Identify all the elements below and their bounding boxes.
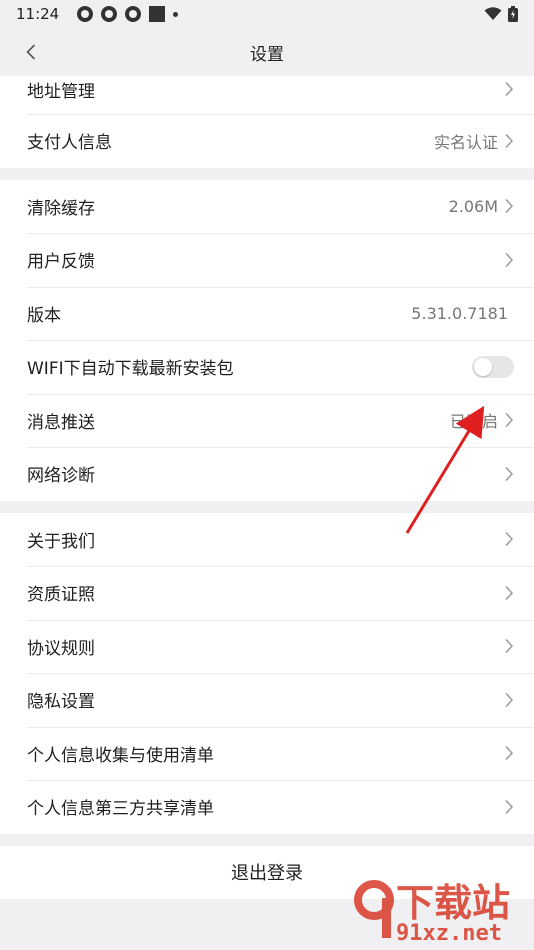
page-title: 设置 xyxy=(250,44,284,65)
chevron-right-icon xyxy=(504,198,514,214)
row-label: 消息推送 xyxy=(27,412,95,433)
chevron-right-icon xyxy=(504,638,514,654)
app-notification-icon xyxy=(125,6,142,22)
chevron-right-icon xyxy=(504,799,514,815)
qualifications-row[interactable]: 资质证照 xyxy=(0,566,534,620)
row-label: 版本 xyxy=(27,305,61,326)
chevron-right-icon xyxy=(504,585,514,601)
about-us-row[interactable]: 关于我们 xyxy=(0,513,534,567)
section-divider xyxy=(0,834,534,846)
chevron-right-icon xyxy=(504,252,514,268)
chevron-right-icon xyxy=(504,81,514,97)
privacy-settings-row[interactable]: 隐私设置 xyxy=(0,673,534,727)
row-label: 支付人信息 xyxy=(27,133,112,154)
chevron-right-icon xyxy=(504,531,514,547)
row-label: 地址管理 xyxy=(27,81,95,102)
version-value: 5.31.0.7181 xyxy=(411,303,508,323)
app-notification-icon xyxy=(77,6,94,22)
third-party-sharing-row[interactable]: 个人信息第三方共享清单 xyxy=(0,780,534,834)
row-label: 个人信息第三方共享清单 xyxy=(27,799,214,820)
row-label: 资质证照 xyxy=(27,585,95,606)
wifi-icon xyxy=(484,7,502,20)
payer-info-row[interactable]: 支付人信息 实名认证 xyxy=(0,114,534,168)
clear-cache-row[interactable]: 清除缓存 2.06M xyxy=(0,180,534,234)
chevron-right-icon xyxy=(504,412,514,428)
row-value: 实名认证 xyxy=(433,132,498,152)
chevron-right-icon xyxy=(504,133,514,149)
wifi-auto-download-toggle[interactable] xyxy=(472,355,514,378)
chevron-right-icon xyxy=(504,692,514,708)
battery-icon xyxy=(508,6,518,22)
toggle-knob xyxy=(474,357,492,376)
section-divider xyxy=(0,168,534,180)
network-diagnosis-row[interactable]: 网络诊断 xyxy=(0,447,534,501)
row-label: 用户反馈 xyxy=(27,252,95,273)
watermark-logo: 下载站 91xz.net xyxy=(354,880,510,944)
status-time: 11:24 xyxy=(16,5,60,23)
push-status-value: 已开启 xyxy=(449,412,498,432)
watermark-brand: 下载站 xyxy=(396,881,510,925)
row-label: WIFI下自动下载最新安装包 xyxy=(27,359,234,380)
wifi-auto-download-row: WIFI下自动下载最新安装包 xyxy=(0,340,534,394)
user-feedback-row[interactable]: 用户反馈 xyxy=(0,233,534,287)
app-notification-icon xyxy=(101,6,118,22)
app-notification-icon xyxy=(149,6,166,22)
chevron-right-icon xyxy=(504,745,514,761)
agreement-rules-row[interactable]: 协议规则 xyxy=(0,619,534,674)
watermark-site: 91xz.net xyxy=(396,921,502,944)
more-notifications-icon xyxy=(173,11,179,17)
row-label: 网络诊断 xyxy=(27,466,95,487)
row-label: 关于我们 xyxy=(27,531,95,552)
row-label: 隐私设置 xyxy=(27,692,95,713)
account-settings-group: 地址管理 支付人信息 实名认证 xyxy=(0,64,534,168)
back-button[interactable] xyxy=(20,40,42,64)
row-label: 协议规则 xyxy=(27,638,95,659)
push-notification-row[interactable]: 消息推送 已开启 xyxy=(0,393,534,448)
version-row: 版本 5.31.0.7181 xyxy=(0,286,534,341)
status-bar: 11:24 xyxy=(0,0,534,28)
chevron-left-icon xyxy=(26,44,36,60)
app-settings-group: 清除缓存 2.06M 用户反馈 版本 5.31.0.7181 WIFI下自动下载… xyxy=(0,179,534,501)
section-divider xyxy=(0,501,534,513)
row-label: 清除缓存 xyxy=(27,198,95,219)
personal-info-collection-row[interactable]: 个人信息收集与使用清单 xyxy=(0,726,534,781)
chevron-right-icon xyxy=(504,466,514,482)
row-label: 个人信息收集与使用清单 xyxy=(27,745,214,766)
cache-size-value: 2.06M xyxy=(448,196,498,216)
address-management-row[interactable]: 地址管理 xyxy=(0,64,534,114)
about-group: 关于我们 资质证照 协议规则 隐私设置 个人信息收集与使用清单 个人信息第三方共… xyxy=(0,512,534,834)
status-notification-icons xyxy=(77,6,179,22)
